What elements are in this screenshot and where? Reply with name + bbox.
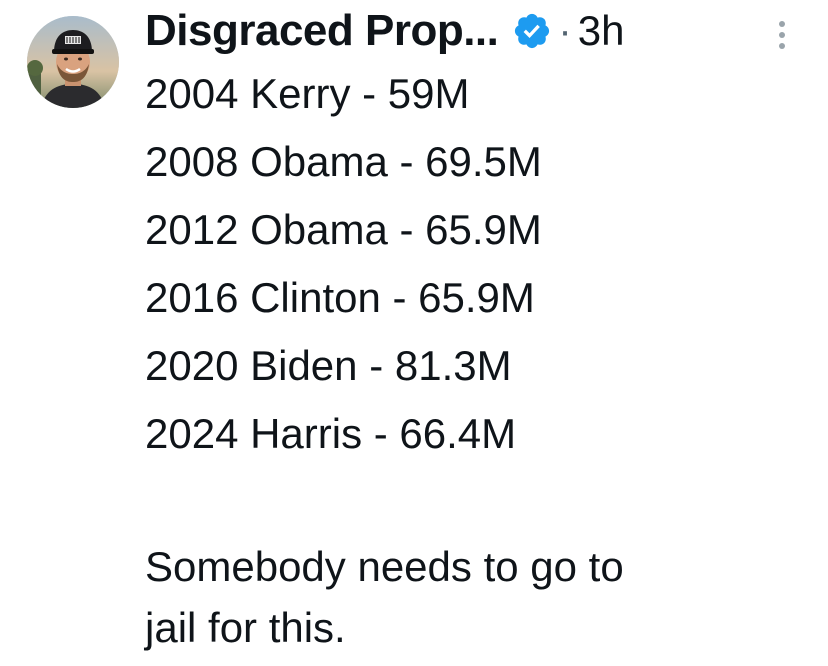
post-text-line: 2016 Clinton - 65.9M	[145, 274, 535, 321]
post-text-line: 2004 Kerry - 59M	[145, 70, 470, 117]
avatar[interactable]	[27, 16, 119, 108]
paragraph-break	[145, 468, 805, 536]
avatar-photo	[27, 16, 119, 108]
post-text-line: 2008 Obama - 69.5M	[145, 138, 542, 185]
post-header: Disgraced Prop... · 3h	[145, 6, 624, 56]
verified-badge-icon[interactable]	[512, 11, 552, 51]
post: Disgraced Prop... · 3h 2004 Kerry - 59M …	[0, 0, 828, 666]
header-separator: ·	[558, 9, 572, 53]
post-text-closing-line: jail for this.	[145, 604, 346, 651]
author-display-name[interactable]: Disgraced Prop...	[145, 6, 499, 56]
post-text: 2004 Kerry - 59M 2008 Obama - 69.5M 2012…	[145, 60, 805, 658]
post-text-closing-line: Somebody needs to go to	[145, 543, 624, 590]
post-timestamp[interactable]: 3h	[578, 6, 625, 56]
post-text-line: 2020 Biden - 81.3M	[145, 342, 512, 389]
post-text-line: 2012 Obama - 65.9M	[145, 206, 542, 253]
post-text-line: 2024 Harris - 66.4M	[145, 410, 517, 457]
more-options-icon[interactable]	[772, 18, 792, 54]
